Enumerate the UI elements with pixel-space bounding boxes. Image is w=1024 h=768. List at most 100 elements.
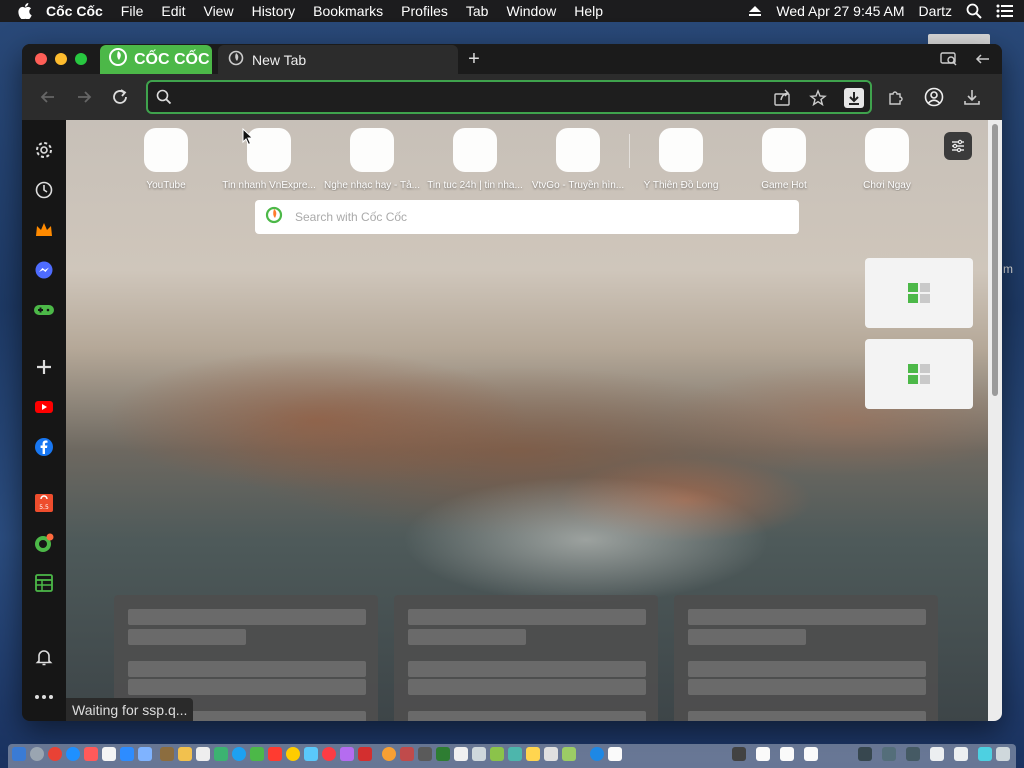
news-icon[interactable] xyxy=(358,747,372,761)
menu-bookmarks[interactable]: Bookmarks xyxy=(313,3,383,19)
zoom-window-button[interactable] xyxy=(75,53,87,65)
vlc-icon[interactable] xyxy=(382,747,396,761)
menu-app-name[interactable]: Cốc Cốc xyxy=(46,3,103,19)
speed-dial-item[interactable]: Tin nhanh VnExpre... xyxy=(217,128,321,191)
eject-icon[interactable] xyxy=(748,5,762,17)
menu-edit[interactable]: Edit xyxy=(161,3,185,19)
music-icon[interactable] xyxy=(322,747,336,761)
news-card-placeholder[interactable] xyxy=(674,595,938,721)
document-icon[interactable] xyxy=(954,747,968,761)
speed-dial-item[interactable]: Nghe nhạc hay - Tả... xyxy=(320,128,424,191)
textedit-icon[interactable] xyxy=(196,747,210,761)
app-icon[interactable] xyxy=(562,747,576,761)
share-icon[interactable] xyxy=(772,88,792,108)
finder-icon[interactable] xyxy=(12,747,26,761)
vertical-scrollbar[interactable] xyxy=(988,120,1002,721)
archive-icon[interactable] xyxy=(160,747,174,761)
app-icon[interactable] xyxy=(590,747,604,761)
menu-datetime[interactable]: Wed Apr 27 9:45 AM xyxy=(776,3,904,19)
shopping-bag-icon[interactable]: 5.5 xyxy=(33,492,55,514)
notes-icon[interactable] xyxy=(102,747,116,761)
downloads-icon[interactable] xyxy=(962,87,982,107)
preview-icon[interactable] xyxy=(138,747,152,761)
menu-user[interactable]: Dartz xyxy=(919,3,952,19)
messenger-icon[interactable] xyxy=(33,259,55,281)
launchpad-icon[interactable] xyxy=(30,747,44,761)
notification-bell-icon[interactable] xyxy=(33,646,55,668)
trash-icon[interactable] xyxy=(996,747,1010,761)
document-icon[interactable] xyxy=(804,747,818,761)
safari-icon[interactable] xyxy=(66,747,80,761)
document-icon[interactable] xyxy=(454,747,468,761)
new-tab-plus-icon[interactable]: + xyxy=(464,49,484,69)
profile-avatar-icon[interactable] xyxy=(924,87,944,107)
coccoc-brand-tab[interactable]: CỐC CỐC xyxy=(100,45,212,74)
numbers-icon[interactable] xyxy=(436,747,450,761)
app-icon[interactable] xyxy=(526,747,540,761)
document-icon[interactable] xyxy=(608,747,622,761)
sidebar-toggle-icon[interactable] xyxy=(974,51,992,72)
folder-icon[interactable] xyxy=(178,747,192,761)
podcasts-icon[interactable] xyxy=(340,747,354,761)
terminal-icon[interactable] xyxy=(418,747,432,761)
gamepad-icon[interactable] xyxy=(33,299,55,321)
settings-gear-icon[interactable] xyxy=(33,139,55,161)
news-card-placeholder[interactable] xyxy=(394,595,658,721)
app-icon[interactable] xyxy=(732,747,746,761)
forward-arrow-icon[interactable] xyxy=(74,87,94,107)
app-store-icon[interactable] xyxy=(120,747,134,761)
speed-dial-item[interactable]: Ỷ Thiên Đồ Long xyxy=(629,128,733,191)
document-icon[interactable] xyxy=(930,747,944,761)
reload-icon[interactable] xyxy=(110,87,130,107)
address-bar[interactable] xyxy=(146,80,872,114)
app-icon[interactable] xyxy=(882,747,896,761)
coccoc-notification-icon[interactable] xyxy=(33,532,55,554)
scrollbar-thumb[interactable] xyxy=(992,124,998,396)
mail-icon[interactable] xyxy=(232,747,246,761)
app-icon[interactable] xyxy=(906,747,920,761)
calendar-icon[interactable] xyxy=(84,747,98,761)
tab-search-icon[interactable] xyxy=(940,51,958,72)
widget-tile[interactable] xyxy=(865,258,973,328)
more-dots-icon[interactable] xyxy=(33,686,55,708)
maps-icon[interactable] xyxy=(214,747,228,761)
app-icon[interactable] xyxy=(508,747,522,761)
document-icon[interactable] xyxy=(780,747,794,761)
menu-file[interactable]: File xyxy=(121,3,144,19)
add-plus-icon[interactable] xyxy=(33,356,55,378)
address-input[interactable] xyxy=(182,86,762,108)
close-window-button[interactable] xyxy=(35,53,47,65)
messages-icon[interactable] xyxy=(250,747,264,761)
menu-tab[interactable]: Tab xyxy=(466,3,489,19)
menu-window[interactable]: Window xyxy=(506,3,556,19)
utility-icon[interactable] xyxy=(472,747,486,761)
facebook-icon[interactable] xyxy=(33,436,55,458)
menu-profiles[interactable]: Profiles xyxy=(401,3,448,19)
speed-dial-item[interactable]: Game Hot xyxy=(732,128,836,191)
facetime-icon[interactable] xyxy=(304,747,318,761)
app-icon[interactable] xyxy=(978,747,992,761)
speed-dial-item[interactable]: VtvGo - Truyền hìn... xyxy=(526,128,630,191)
speed-dial-item[interactable]: Tin tuc 24h | tin nha... xyxy=(423,128,527,191)
speed-dial-item[interactable]: YouTube xyxy=(114,128,218,191)
history-clock-icon[interactable] xyxy=(33,179,55,201)
minimize-window-button[interactable] xyxy=(55,53,67,65)
tab-new-tab[interactable]: New Tab xyxy=(218,45,458,74)
menu-history[interactable]: History xyxy=(252,3,296,19)
app-icon[interactable] xyxy=(544,747,558,761)
control-center-icon[interactable] xyxy=(996,4,1014,18)
youtube-icon[interactable] xyxy=(33,396,55,418)
photos-icon[interactable] xyxy=(286,747,300,761)
newtab-search-box[interactable]: Search with Cốc Cốc xyxy=(255,200,799,234)
download-media-icon[interactable] xyxy=(844,88,864,108)
apple-icon[interactable] xyxy=(18,3,32,19)
customize-sliders-button[interactable] xyxy=(944,132,972,160)
sheet-table-icon[interactable] xyxy=(33,572,55,594)
back-arrow-icon[interactable] xyxy=(38,87,58,107)
chrome-icon[interactable] xyxy=(48,747,62,761)
photo-booth-icon[interactable] xyxy=(268,747,282,761)
bookmark-star-icon[interactable] xyxy=(808,88,828,108)
app-icon[interactable] xyxy=(858,747,872,761)
document-icon[interactable] xyxy=(756,747,770,761)
spotlight-icon[interactable] xyxy=(966,3,982,19)
